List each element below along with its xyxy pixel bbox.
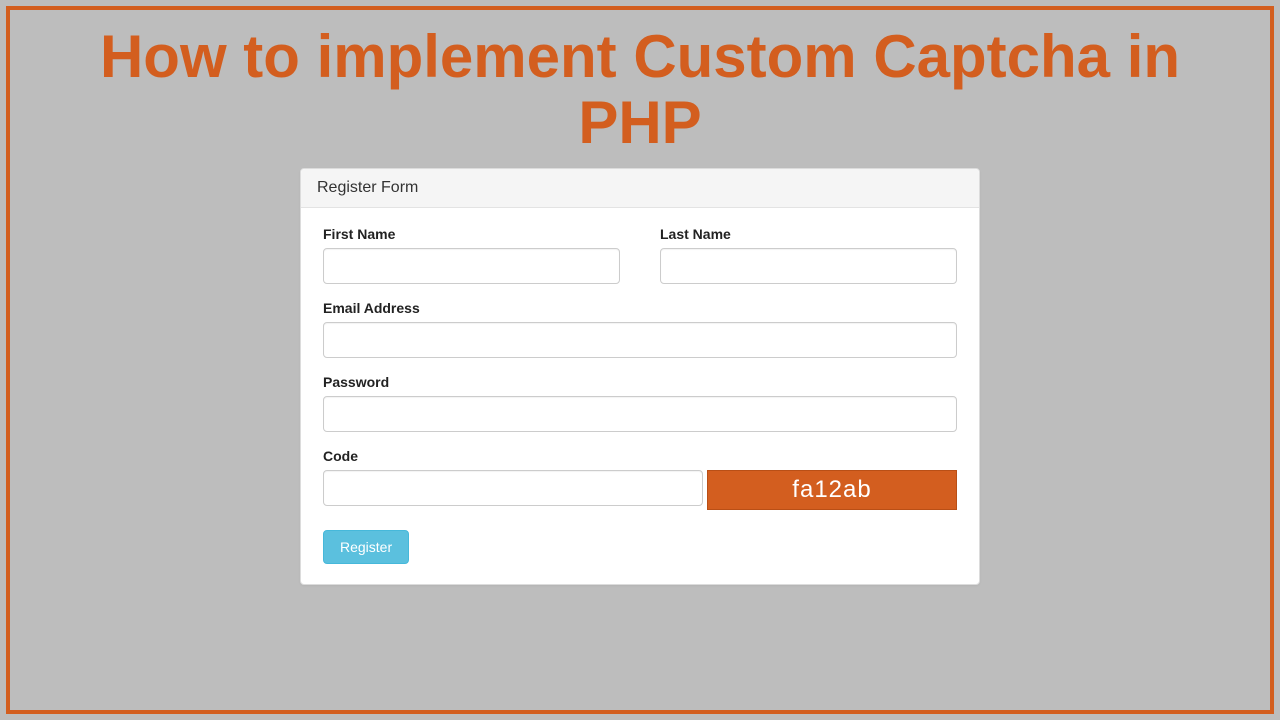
email-field: Email Address xyxy=(323,300,957,358)
panel-body: First Name Last Name Email Address Passw… xyxy=(301,208,979,584)
page-title: How to implement Custom Captcha in PHP xyxy=(10,10,1270,168)
email-row: Email Address xyxy=(323,300,957,358)
code-row: fa12ab xyxy=(323,470,957,510)
register-panel: Register Form First Name Last Name Email… xyxy=(300,168,980,585)
last-name-field: Last Name xyxy=(660,226,957,284)
code-field: Code fa12ab xyxy=(323,448,957,510)
first-name-label: First Name xyxy=(323,226,620,242)
email-input[interactable] xyxy=(323,322,957,358)
first-name-field: First Name xyxy=(323,226,620,284)
page-frame: How to implement Custom Captcha in PHP R… xyxy=(6,6,1274,714)
last-name-input[interactable] xyxy=(660,248,957,284)
password-input[interactable] xyxy=(323,396,957,432)
password-row: Password xyxy=(323,374,957,432)
last-name-label: Last Name xyxy=(660,226,957,242)
email-label: Email Address xyxy=(323,300,957,316)
password-field: Password xyxy=(323,374,957,432)
code-input[interactable] xyxy=(323,470,703,506)
name-row: First Name Last Name xyxy=(323,226,957,284)
first-name-input[interactable] xyxy=(323,248,620,284)
panel-header: Register Form xyxy=(301,169,979,208)
captcha-image: fa12ab xyxy=(707,470,957,510)
code-label: Code xyxy=(323,448,957,464)
register-button[interactable]: Register xyxy=(323,530,409,564)
password-label: Password xyxy=(323,374,957,390)
